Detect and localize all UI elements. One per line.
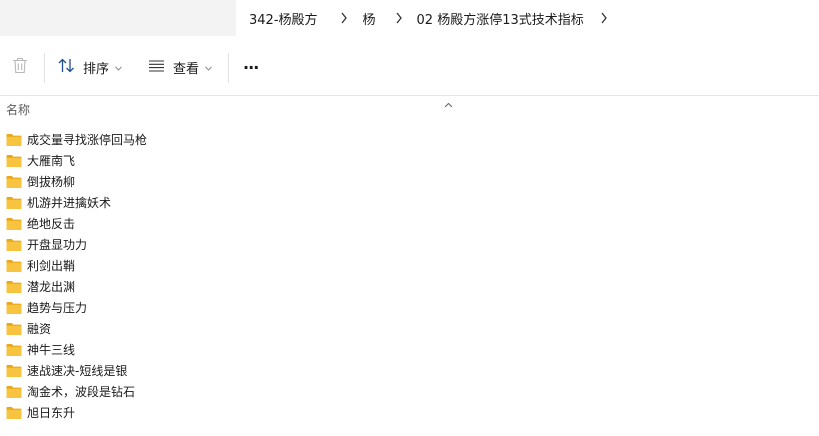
chevron-right-icon[interactable] bbox=[584, 12, 608, 24]
breadcrumb-item-current[interactable]: 02 杨殿方涨停13式技术指标 bbox=[403, 9, 584, 28]
chevron-down-icon bbox=[115, 60, 122, 75]
folder-icon bbox=[6, 343, 22, 356]
folder-icon bbox=[6, 259, 22, 272]
view-button[interactable]: 查看 bbox=[148, 58, 212, 77]
sort-button[interactable]: 排序 bbox=[58, 58, 122, 77]
toolbar-divider bbox=[44, 52, 45, 83]
folder-icon bbox=[6, 133, 22, 146]
toolbar-divider bbox=[228, 52, 230, 83]
breadcrumb-item-root[interactable]: 342-杨殿方 bbox=[236, 9, 318, 28]
column-header-name[interactable]: 名称 bbox=[6, 101, 30, 118]
folder-icon bbox=[6, 175, 22, 188]
sort-arrows-icon bbox=[58, 58, 75, 77]
folder-item[interactable]: 旭日东升 bbox=[0, 402, 819, 423]
folder-name: 成交量寻找涨停回马枪 bbox=[27, 133, 148, 147]
folder-item[interactable]: 成交量寻找涨停回马枪 bbox=[0, 129, 819, 150]
folder-name: 旭日东升 bbox=[27, 406, 76, 420]
folder-icon bbox=[6, 406, 22, 419]
trash-icon bbox=[12, 57, 28, 78]
breadcrumb[interactable]: 342-杨殿方 杨 02 杨殿方涨停13式技术指标 bbox=[236, 0, 819, 36]
folder-item[interactable]: 淘金术，波段是钻石 bbox=[0, 381, 819, 402]
folder-name: 开盘显功力 bbox=[27, 238, 88, 252]
folder-name: 潜龙出渊 bbox=[27, 280, 76, 294]
folder-name: 机游并进擒妖术 bbox=[27, 196, 112, 210]
folder-item[interactable]: 绝地反击 bbox=[0, 213, 819, 234]
folder-item[interactable]: 潜龙出渊 bbox=[0, 276, 819, 297]
folder-icon bbox=[6, 301, 22, 314]
folder-name: 淘金术，波段是钻石 bbox=[27, 385, 136, 399]
folder-icon bbox=[6, 154, 22, 167]
folder-item[interactable]: 融资 bbox=[0, 318, 819, 339]
folder-icon bbox=[6, 364, 22, 377]
delete-button[interactable] bbox=[12, 57, 28, 78]
chevron-down-icon bbox=[205, 60, 212, 75]
view-list-icon bbox=[148, 59, 165, 76]
more-options-icon: ··· bbox=[243, 58, 259, 77]
folder-icon bbox=[6, 238, 22, 251]
folder-name: 大雁南飞 bbox=[27, 154, 76, 168]
folder-item[interactable]: 开盘显功力 bbox=[0, 234, 819, 255]
sort-ascending-icon bbox=[444, 93, 453, 112]
folder-icon bbox=[6, 217, 22, 230]
address-bar: 342-杨殿方 杨 02 杨殿方涨停13式技术指标 bbox=[0, 0, 819, 36]
folder-item[interactable]: 趋势与压力 bbox=[0, 297, 819, 318]
folder-name: 神牛三线 bbox=[27, 343, 76, 357]
column-header-divider bbox=[0, 95, 819, 96]
folder-item[interactable]: 大雁南飞 bbox=[0, 150, 819, 171]
chevron-right-icon[interactable] bbox=[318, 12, 348, 24]
folder-name: 倒拔杨柳 bbox=[27, 175, 76, 189]
folder-icon bbox=[6, 196, 22, 209]
folder-item[interactable]: 速战速决-短线是银 bbox=[0, 360, 819, 381]
more-options-button[interactable]: ··· bbox=[243, 58, 259, 77]
folder-item[interactable]: 机游并进擒妖术 bbox=[0, 192, 819, 213]
folder-item[interactable]: 倒拔杨柳 bbox=[0, 171, 819, 192]
view-label: 查看 bbox=[173, 62, 200, 77]
folder-icon bbox=[6, 280, 22, 293]
breadcrumb-item-parent[interactable]: 杨 bbox=[348, 9, 376, 28]
folder-name: 绝地反击 bbox=[27, 217, 76, 231]
folder-name: 融资 bbox=[27, 322, 52, 336]
folder-item[interactable]: 神牛三线 bbox=[0, 339, 819, 360]
command-bar: 排序 查看 ··· bbox=[0, 40, 819, 95]
file-list: 成交量寻找涨停回马枪 大雁南飞倒拔杨柳机游并进擒妖术 绝地反击开盘显功力利剑出鞘潜龙… bbox=[0, 129, 819, 423]
folder-name: 趋势与压力 bbox=[27, 301, 88, 315]
folder-name: 利剑出鞘 bbox=[27, 259, 76, 273]
chevron-right-icon[interactable] bbox=[376, 12, 403, 24]
folder-icon bbox=[6, 322, 22, 335]
folder-icon bbox=[6, 385, 22, 398]
folder-item[interactable]: 利剑出鞘 bbox=[0, 255, 819, 276]
sort-label: 排序 bbox=[83, 62, 110, 77]
folder-name: 速战速决-短线是银 bbox=[27, 364, 128, 378]
